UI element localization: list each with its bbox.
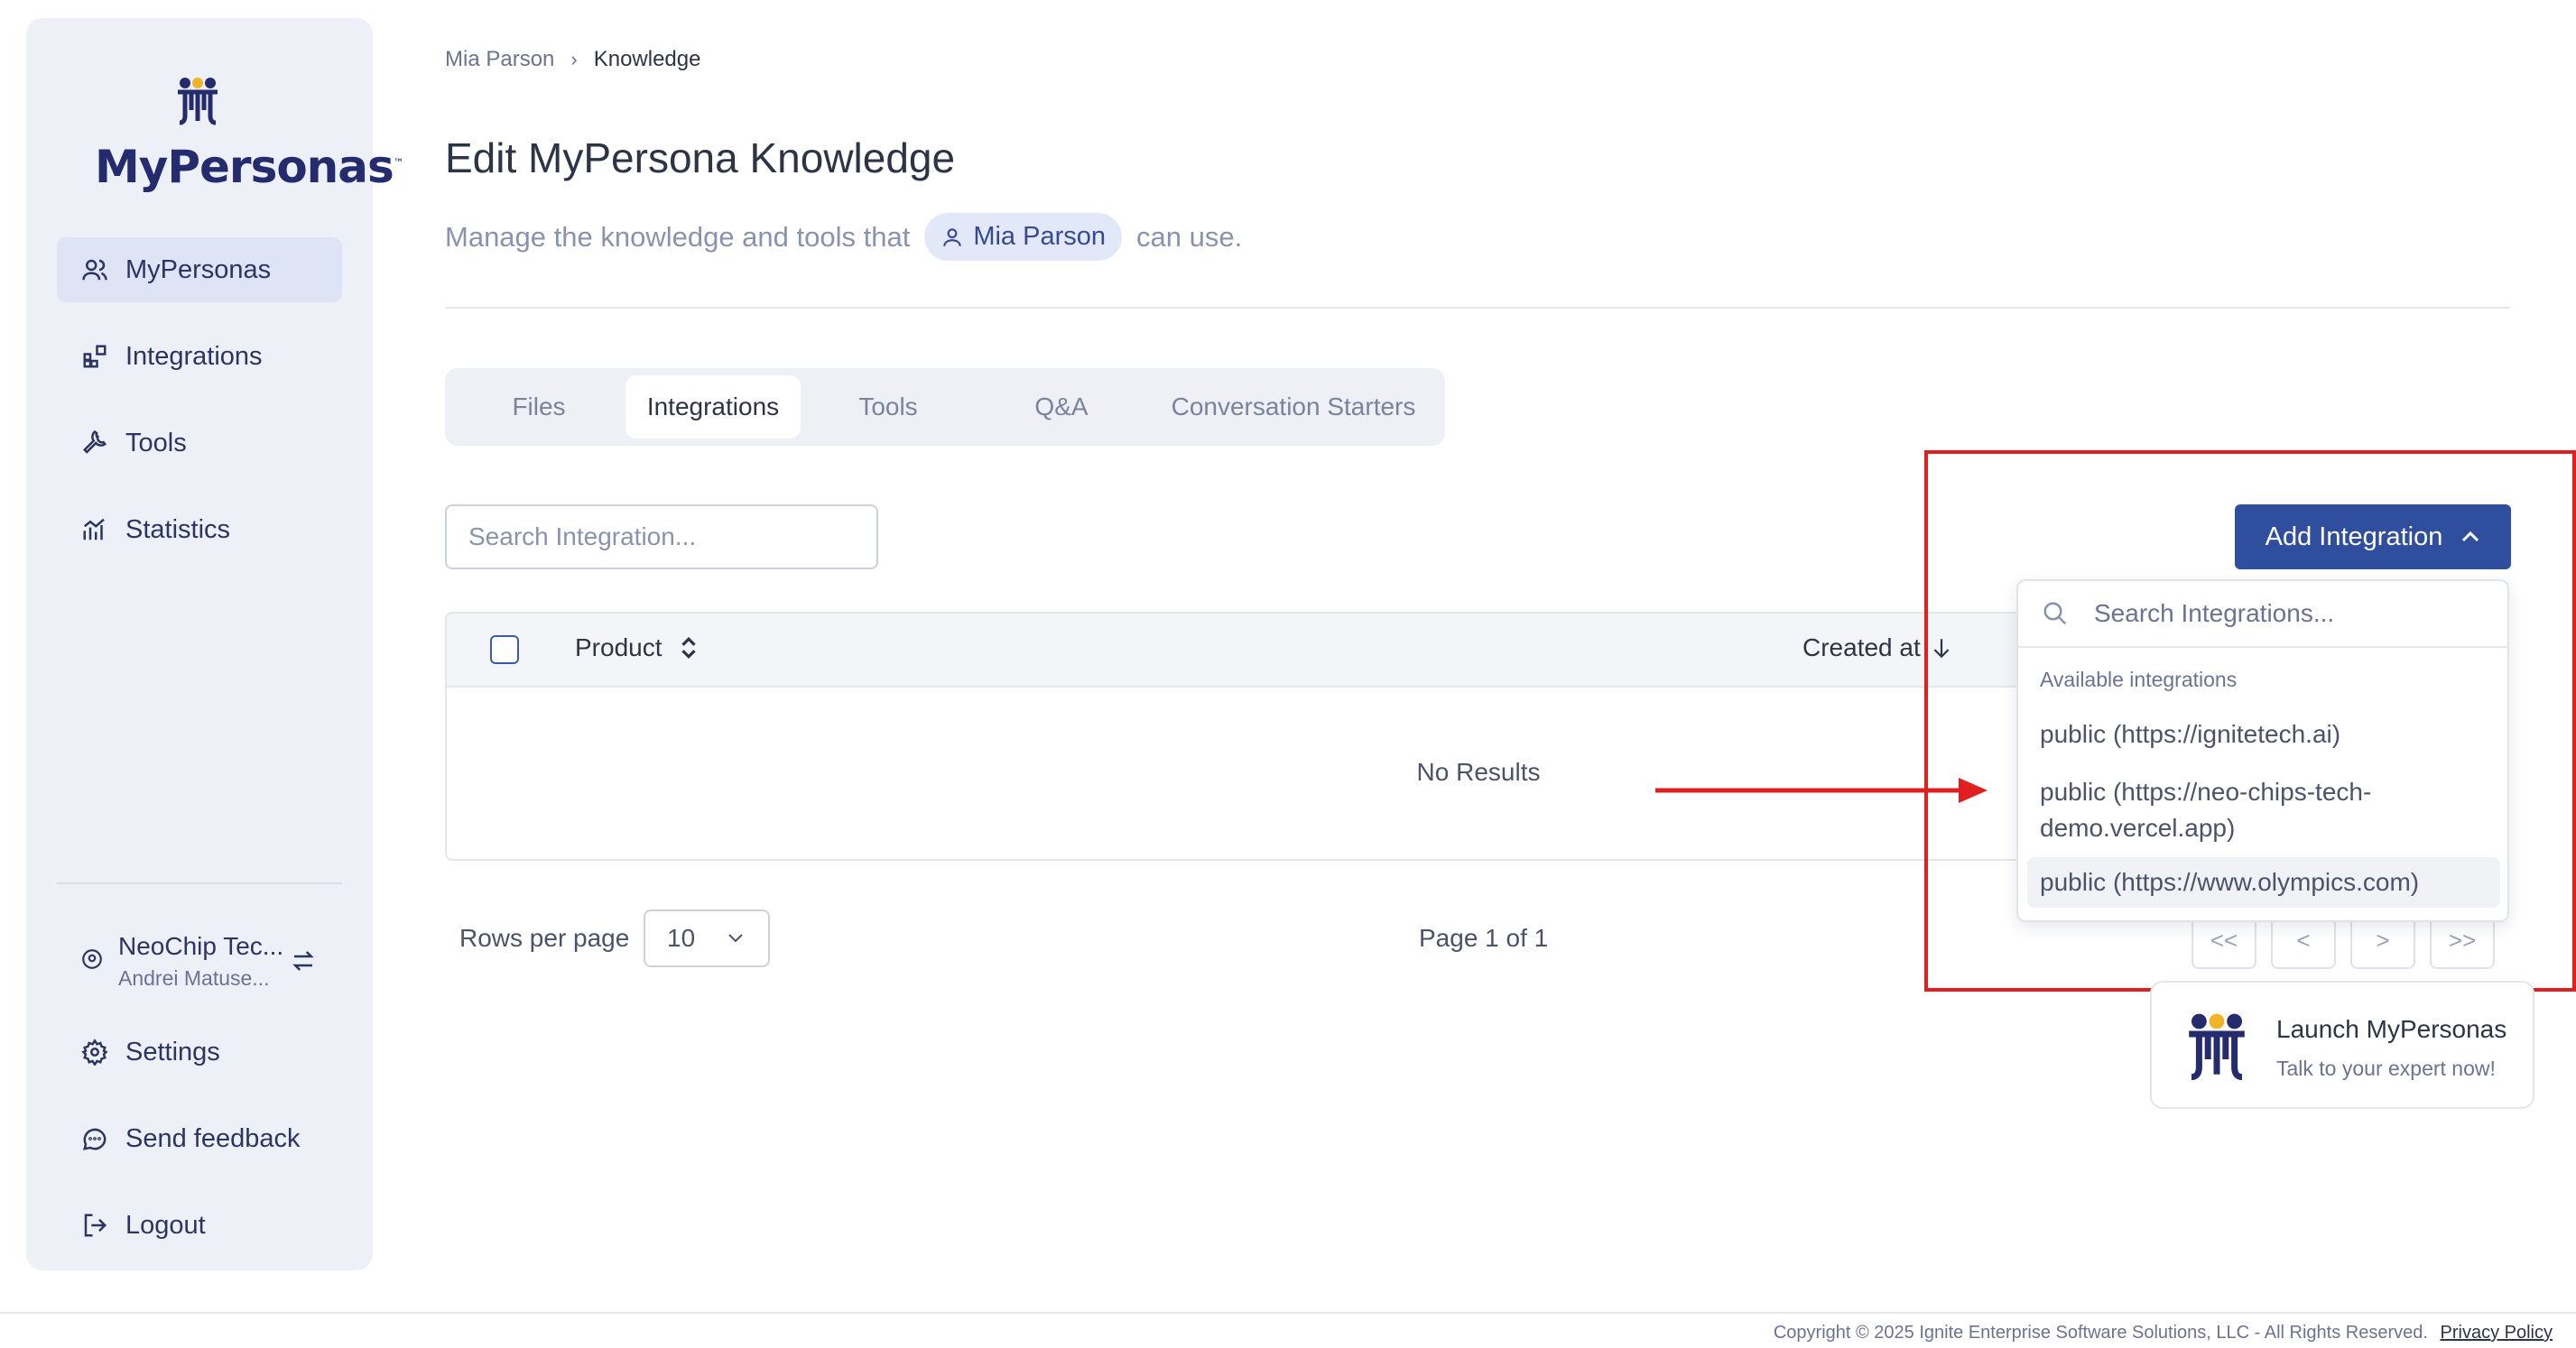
tab-files[interactable]: Files [454, 375, 624, 439]
sidebar-item-statistics[interactable]: Statistics [57, 497, 342, 562]
tab-tools[interactable]: Tools [802, 375, 974, 439]
integrations-table: Product Created at No Results [445, 612, 2061, 861]
sidebar-item-logout[interactable]: Logout [57, 1193, 342, 1258]
sidebar-item-mypersonas[interactable]: MyPersonas [57, 237, 342, 302]
feedback-icon [80, 1124, 109, 1153]
launch-title: Launch MyPersonas [2276, 1015, 2507, 1043]
persona-name: Mia Parson [973, 222, 1106, 251]
subtitle-after: can use. [1136, 220, 1243, 253]
search-integration-input[interactable] [445, 504, 878, 569]
logo-text: MyPersonas [95, 141, 394, 193]
annotation-arrow-icon [1655, 778, 1988, 803]
sidebar-item-tools[interactable]: Tools [57, 411, 342, 475]
mypersonas-mark-icon [2189, 1013, 2245, 1081]
sidebar-item-send-feedback[interactable]: Send feedback [57, 1106, 342, 1171]
launch-mypersonas-widget[interactable]: Launch MyPersonas Talk to your expert no… [2150, 981, 2534, 1109]
sidebar-item-label: Integrations [125, 341, 263, 371]
tab-qa[interactable]: Q&A [976, 375, 1147, 439]
privacy-policy-link[interactable]: Privacy Policy [2441, 1323, 2553, 1343]
sidebar-item-label: Settings [125, 1037, 220, 1066]
table-header: Product Created at [447, 614, 2059, 688]
logo-trademark: ™ [393, 156, 404, 170]
column-product[interactable]: Product [575, 633, 699, 662]
logout-icon [80, 1211, 109, 1240]
footer-divider [0, 1312, 2576, 1314]
integrations-icon [80, 342, 109, 371]
page-title: Edit MyPersona Knowledge [445, 134, 956, 181]
sidebar-item-label: Send feedback [125, 1123, 301, 1153]
chevron-right-icon: › [570, 48, 578, 70]
wrench-icon [80, 429, 109, 457]
user-circle-icon [80, 947, 104, 975]
org-name: NeoChip Tec... [118, 931, 284, 960]
users-icon [80, 255, 109, 284]
mypersonas-logo[interactable]: MyPersonas™ [73, 76, 404, 193]
subtitle-before: Manage the knowledge and tools that [445, 220, 911, 253]
tab-conversation-starters[interactable]: Conversation Starters [1149, 375, 1438, 439]
logo-mark-icon [178, 78, 218, 125]
rows-per-page-value: 10 [667, 924, 696, 952]
breadcrumb: Mia Parson › Knowledge [445, 47, 700, 72]
sidebar-divider [57, 882, 342, 884]
rows-per-page-select[interactable]: 10 [644, 909, 770, 967]
chevron-down-icon [728, 934, 743, 943]
select-all-checkbox[interactable] [490, 635, 519, 664]
persona-chip[interactable]: Mia Parson [924, 213, 1122, 261]
sidebar-item-settings[interactable]: Settings [57, 1020, 342, 1085]
sidebar-item-label: Statistics [125, 514, 231, 544]
column-product-label: Product [575, 633, 663, 661]
header-divider [445, 307, 2510, 309]
gear-icon [80, 1038, 109, 1066]
sort-icon [681, 636, 696, 660]
breadcrumb-current: Knowledge [593, 47, 701, 71]
rows-per-page-label: Rows per page [459, 924, 630, 952]
page-subtitle: Manage the knowledge and tools that Mia … [445, 213, 1242, 261]
sidebar-item-label: Logout [125, 1210, 206, 1240]
sidebar-item-label: Tools [125, 428, 187, 457]
tab-integrations[interactable]: Integrations [625, 375, 801, 439]
breadcrumb-parent[interactable]: Mia Parson [445, 47, 554, 72]
footer: Copyright © 2025 Ignite Enterprise Softw… [1774, 1323, 2553, 1343]
page-info: Page 1 of 1 [1419, 924, 1549, 952]
annotation-highlight-box [1924, 450, 2576, 992]
user-icon [943, 227, 962, 246]
sidebar-item-integrations[interactable]: Integrations [57, 324, 342, 389]
copyright-text: Copyright © 2025 Ignite Enterprise Softw… [1773, 1323, 2428, 1343]
chart-icon [80, 515, 109, 544]
sidebar-item-label: MyPersonas [125, 254, 272, 284]
launch-subtitle: Talk to your expert now! [2276, 1057, 2496, 1080]
org-switcher[interactable]: NeoChip Tec... Andrei Matuse... [57, 911, 342, 1011]
knowledge-tabs: Files Integrations Tools Q&A Conversatio… [445, 368, 1445, 446]
column-created-label: Created at [1802, 633, 1921, 661]
sidebar: MyPersonas™ MyPersonas Integrations Tool… [26, 18, 404, 1270]
org-user: Andrei Matuse... [118, 965, 270, 990]
switch-org-icon[interactable] [290, 947, 317, 979]
